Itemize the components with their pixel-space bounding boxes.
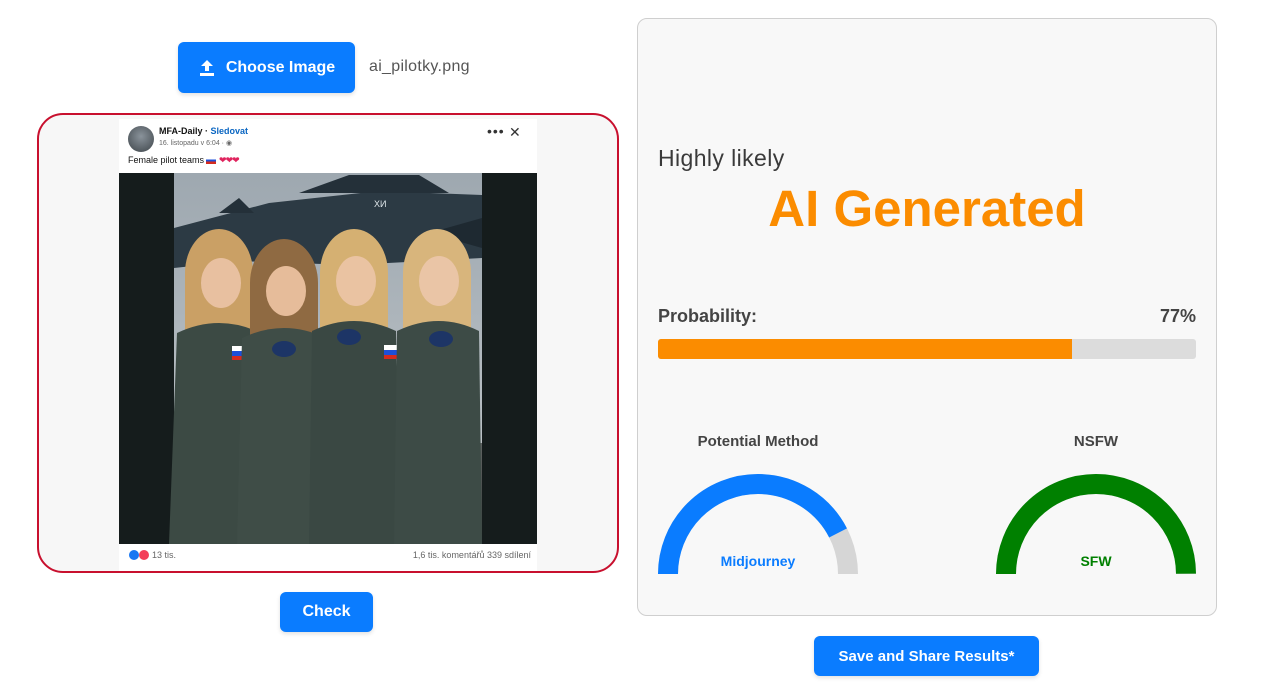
- love-reaction-icon: [139, 550, 149, 560]
- like-reaction-icon: [129, 550, 139, 560]
- upload-icon: [199, 59, 214, 76]
- post-date-text: 16. listopadu v 6:04 ·: [159, 140, 226, 147]
- probability-bar: [658, 339, 1196, 359]
- post-photo: XИ: [119, 173, 537, 544]
- svg-text:XИ: XИ: [374, 199, 386, 209]
- globe-icon: ◉: [225, 140, 233, 147]
- more-icon: •••: [487, 123, 505, 139]
- post-stats: 1,6 tis. komentářů 339 sdílení: [412, 550, 531, 560]
- probability-bar-fill: [658, 339, 1073, 359]
- choose-image-label: Choose Image: [225, 58, 336, 76]
- selected-file-name: ai_pilotky.png: [369, 58, 470, 75]
- follow-link: Sledovat: [210, 126, 249, 136]
- probability-label: Probability:: [658, 306, 758, 326]
- nsfw-gauge-value: SFW: [1080, 553, 1112, 569]
- nsfw-gauge-title: NSFW: [1073, 433, 1119, 450]
- verdict-label: AI Generated: [768, 180, 1086, 237]
- post-author-name: MFA-Daily: [159, 126, 203, 136]
- post-caption: Female pilot teams ❤❤❤: [128, 155, 240, 166]
- hearts-icon: ❤❤❤: [219, 155, 240, 165]
- post-reactions: 13 tis.: [129, 550, 176, 560]
- image-preview-frame: MFA-Daily · Sledovat 16. listopadu v 6:0…: [37, 113, 619, 573]
- reactions-count: 13 tis.: [152, 550, 177, 560]
- choose-image-button[interactable]: Choose Image: [178, 42, 355, 93]
- probability-value: 77%: [1159, 306, 1196, 326]
- result-panel: Highly likely AI Generated Probability: …: [637, 18, 1217, 616]
- save-share-results-button[interactable]: Save and Share Results*: [814, 636, 1039, 676]
- method-gauge-value: Midjourney: [720, 553, 796, 569]
- pilots-photo-illustration: XИ: [119, 173, 537, 544]
- method-gauge-title: Potential Method: [697, 433, 819, 450]
- post-screenshot: MFA-Daily · Sledovat 16. listopadu v 6:0…: [119, 119, 537, 571]
- avatar: [128, 126, 154, 152]
- close-icon: ✕: [509, 124, 521, 140]
- likelihood-label: Highly likely: [658, 145, 785, 171]
- post-caption-text: Female pilot teams: [128, 155, 205, 165]
- post-date: 16. listopadu v 6:04 · ◉: [159, 139, 232, 147]
- post-author: MFA-Daily · Sledovat: [159, 126, 249, 136]
- flag-icon: [206, 157, 217, 165]
- check-button[interactable]: Check: [280, 592, 373, 632]
